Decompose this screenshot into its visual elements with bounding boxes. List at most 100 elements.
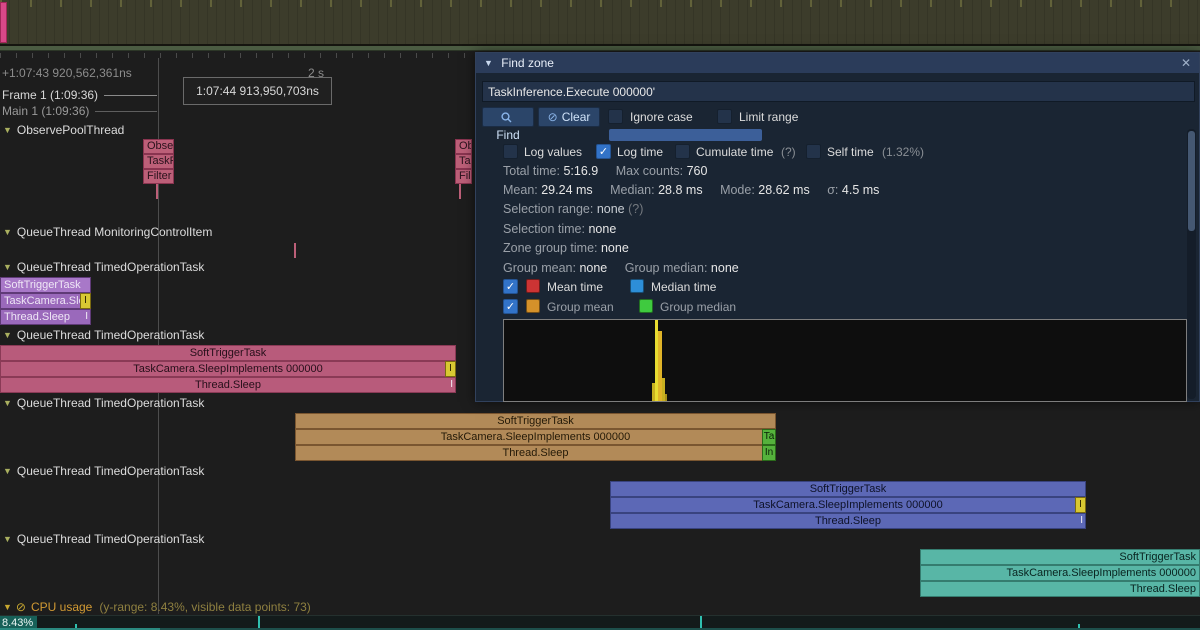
zone-bar[interactable]: Filter	[143, 169, 174, 184]
zone-bar[interactable]: TaskCamera.SleepImplements 000000	[0, 361, 456, 377]
thread-header-timedop-2[interactable]: ▼QueueThread TimedOperationTask	[3, 328, 204, 342]
stat-selection-time: Selection time: none	[503, 222, 616, 236]
self-time-percent: (1.32%)	[882, 145, 924, 159]
find-zone-titlebar[interactable]: ▼ Find zone	[476, 53, 1199, 73]
ignore-case-checkbox[interactable]	[608, 109, 623, 124]
zone-bar[interactable]: SoftTriggerTask	[0, 345, 456, 361]
zone-bar[interactable]: TaskCamera.SleepImplements 000000	[610, 497, 1086, 513]
cpu-usage-detail: (y-range: 8.43%, visible data points: 73…	[99, 600, 310, 614]
group-median-swatch[interactable]	[639, 299, 653, 313]
cumulate-time-checkbox[interactable]	[675, 144, 690, 159]
zone-bar[interactable]: SoftTriggerTask	[295, 413, 776, 429]
thread-header-monitoring[interactable]: ▼QueueThread MonitoringControlItem	[3, 225, 212, 239]
stat-zone-group-time: Zone group time: none	[503, 241, 629, 255]
stat-selection-range: Selection range: none (?)	[503, 202, 643, 216]
zone-tick-monitoring[interactable]	[294, 243, 296, 258]
zone-bar[interactable]: Thread.Sleep	[295, 445, 776, 461]
frame-overview-strip[interactable]	[0, 0, 1200, 44]
find-button[interactable]: Find	[482, 107, 534, 127]
thread-header-timedop-3[interactable]: ▼QueueThread TimedOperationTask	[3, 396, 204, 410]
ban-icon: ⊘	[548, 110, 558, 124]
limit-range-checkbox[interactable]	[717, 109, 732, 124]
collapsed-header-partial[interactable]	[609, 129, 762, 141]
log-values-checkbox[interactable]	[503, 144, 518, 159]
zone-bar[interactable]: Thread.Sleep	[920, 581, 1200, 597]
tracy-profiler-screen: +1:07:43 920,562,361ns 2 s 1:07:44 913,9…	[0, 0, 1200, 630]
frame-overview-selection[interactable]	[0, 2, 7, 43]
zone-cluster-observe-a[interactable]: Obse TaskF Filter	[143, 139, 174, 184]
zone-bar[interactable]: Thread.Sleep	[610, 513, 1086, 529]
zone-bar[interactable]: TaskCamera.SleepImplements 000000	[920, 565, 1200, 581]
group-mean-label: Group mean	[547, 300, 614, 314]
frame-label-line	[104, 95, 157, 96]
zone-time-histogram[interactable]	[503, 319, 1187, 402]
histogram-bars	[504, 320, 1186, 401]
main-frame-label: Main 1 (1:09:36)	[2, 104, 89, 118]
median-time-swatch[interactable]	[630, 279, 644, 293]
zone-marker[interactable]: In	[762, 445, 776, 461]
zone-bar[interactable]: Ta	[455, 154, 472, 169]
zone-bar[interactable]: TaskF	[143, 154, 174, 169]
zone-marker[interactable]: I	[1075, 497, 1086, 513]
zone-bar[interactable]: TaskCamera.SleepImplements 000000	[295, 429, 776, 445]
zone-cluster-observe-b[interactable]: Ob Ta Fil	[455, 139, 472, 184]
mean-time-label: Mean time	[547, 280, 603, 294]
zone-bar[interactable]: SoftTriggerTask	[0, 277, 91, 293]
stat-mean-median: Mean: 29.24 ms Median: 28.8 ms Mode: 28.…	[503, 183, 879, 197]
cpu-usage-plot[interactable]: 8.43%	[0, 615, 1200, 630]
zone-end-label: I	[1073, 513, 1083, 529]
stat-group-mean-median: Group mean: none Group median: none	[503, 261, 739, 275]
collapse-icon: ▼	[3, 466, 12, 476]
collapse-icon[interactable]: ▼	[484, 58, 493, 68]
group-mean-swatch[interactable]	[526, 299, 540, 313]
mean-time-swatch[interactable]	[526, 279, 540, 293]
zone-tick[interactable]	[459, 184, 461, 199]
collapse-icon: ▼	[3, 330, 12, 340]
zone-group-purple[interactable]: SoftTriggerTask TaskCamera.SleepImpl Thr…	[0, 277, 91, 325]
cpu-usage-header[interactable]: ▼⊘CPU usage(y-range: 8.43%, visible data…	[3, 600, 311, 614]
check-icon: ✓	[599, 146, 608, 158]
zone-bar[interactable]: Fil	[455, 169, 472, 184]
cpu-usage-icon: ⊘	[16, 600, 26, 614]
thread-header-timedop-5[interactable]: ▼QueueThread TimedOperationTask	[3, 532, 204, 546]
zone-bar[interactable]: SoftTriggerTask	[610, 481, 1086, 497]
zone-group-pink[interactable]: SoftTriggerTask TaskCamera.SleepImplemen…	[0, 345, 456, 393]
zone-marker[interactable]: I	[445, 361, 456, 377]
median-time-label: Median time	[651, 280, 716, 294]
zone-end-label: I	[78, 309, 88, 325]
zone-marker[interactable]: Ta	[762, 429, 776, 445]
frame-label: Frame 1 (1:09:36)	[2, 88, 98, 102]
log-time-checkbox[interactable]: ✓	[596, 144, 611, 159]
search-icon	[501, 112, 512, 123]
limit-range-label: Limit range	[739, 110, 798, 124]
thread-header-observepool[interactable]: ▼ObservePoolThread	[3, 123, 124, 137]
zone-group-indigo[interactable]: SoftTriggerTask TaskCamera.SleepImplemen…	[610, 481, 1086, 529]
cumulate-time-hint: (?)	[781, 145, 796, 159]
zone-search-input[interactable]	[482, 81, 1195, 102]
close-icon[interactable]: ✕	[1178, 53, 1194, 73]
group-mean-median-checkbox[interactable]: ✓	[503, 299, 518, 314]
self-time-checkbox[interactable]	[806, 144, 821, 159]
zone-bar[interactable]: SoftTriggerTask	[920, 549, 1200, 565]
zone-group-tan[interactable]: SoftTriggerTask TaskCamera.SleepImplemen…	[295, 413, 776, 461]
zone-tick[interactable]	[156, 184, 158, 199]
zone-bar[interactable]: Thread.Sleep	[0, 377, 456, 393]
thread-header-timedop-4[interactable]: ▼QueueThread TimedOperationTask	[3, 464, 204, 478]
zone-bar[interactable]: Obse	[143, 139, 174, 154]
window-scrollbar[interactable]	[1187, 129, 1196, 399]
collapse-icon: ▼	[3, 262, 12, 272]
ignore-case-label: Ignore case	[630, 110, 693, 124]
zone-bar[interactable]: TaskCamera.SleepImpl	[0, 293, 91, 309]
zone-marker[interactable]: I	[80, 293, 91, 309]
window-title: Find zone	[501, 56, 554, 70]
thread-header-timedop-1[interactable]: ▼QueueThread TimedOperationTask	[3, 260, 204, 274]
check-icon: ✓	[506, 281, 515, 293]
collapse-icon: ▼	[3, 398, 12, 408]
zone-end-label: I	[443, 377, 453, 393]
zone-group-teal[interactable]: SoftTriggerTask TaskCamera.SleepImplemen…	[920, 549, 1200, 597]
timeline-ruler	[0, 53, 474, 58]
mean-median-checkbox[interactable]: ✓	[503, 279, 518, 294]
clear-button[interactable]: ⊘Clear	[538, 107, 600, 127]
scrollbar-thumb[interactable]	[1188, 131, 1195, 231]
zone-bar[interactable]: Ob	[455, 139, 472, 154]
